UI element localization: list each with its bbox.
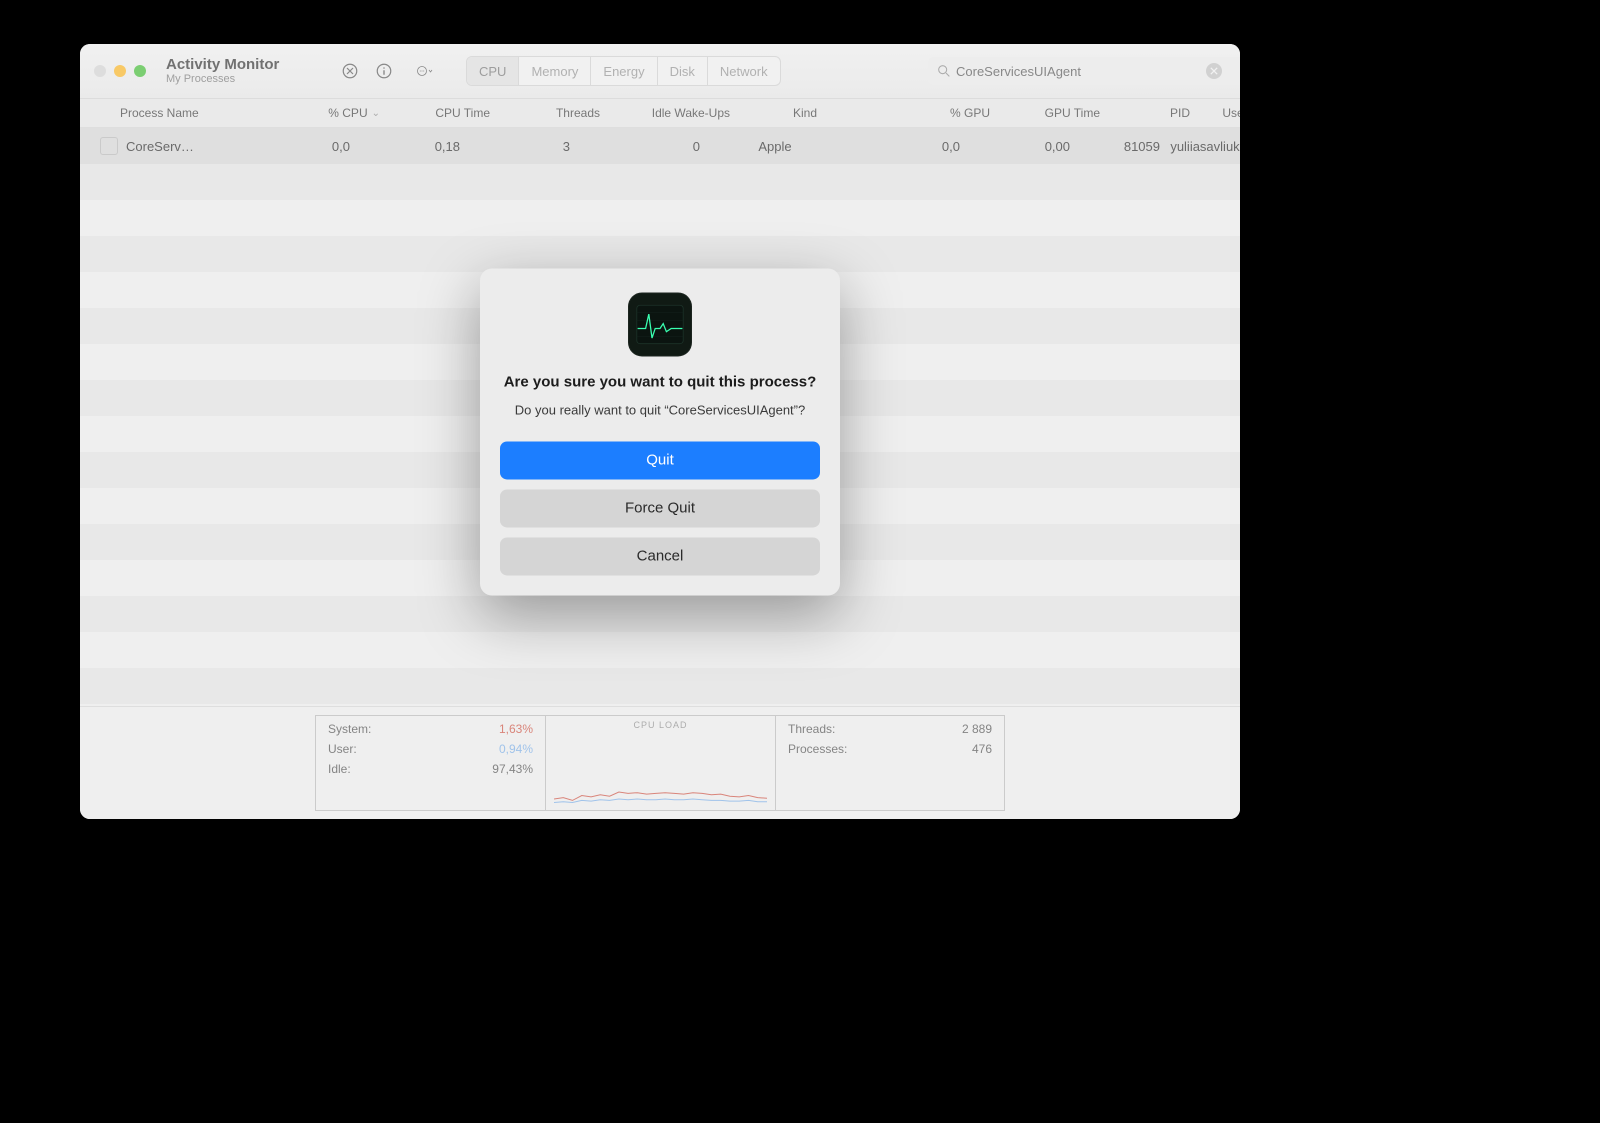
activity-monitor-window: Activity Monitor My Processes xyxy=(80,44,1240,819)
activity-monitor-app-icon xyxy=(628,292,692,356)
quit-button[interactable]: Quit xyxy=(500,441,820,479)
force-quit-button[interactable]: Force Quit xyxy=(500,489,820,527)
cancel-button[interactable]: Cancel xyxy=(500,537,820,575)
heartbeat-icon xyxy=(636,304,684,344)
dialog-message: Do you really want to quit “CoreServices… xyxy=(500,401,820,419)
dialog-title: Are you sure you want to quit this proce… xyxy=(500,372,820,392)
quit-confirmation-dialog: Are you sure you want to quit this proce… xyxy=(480,268,840,595)
